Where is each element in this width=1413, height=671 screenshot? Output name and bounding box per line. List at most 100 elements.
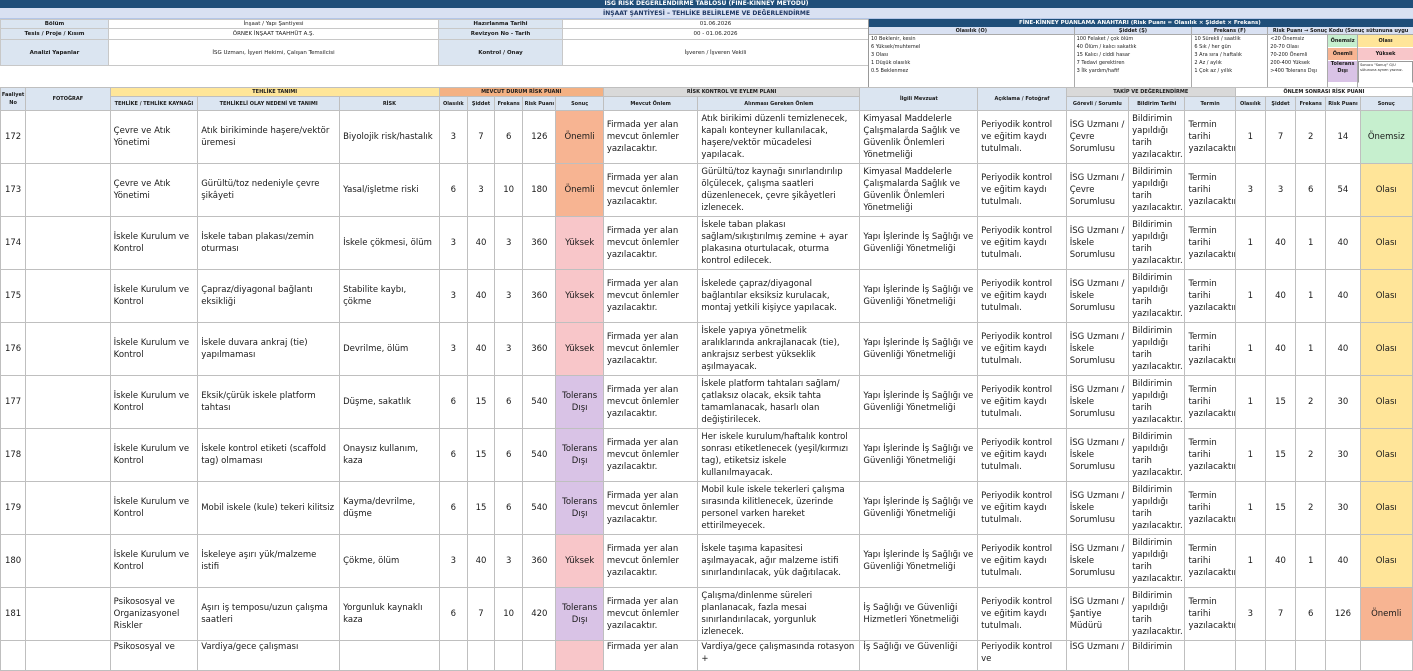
sonuc-2-cell[interactable]: Önemli [1359,587,1413,641]
bildirim-cell[interactable]: Bildirimin yapıldığı tarih yazılacaktır. [1128,534,1186,588]
risk-puani-2-cell[interactable]: 40 [1325,269,1361,323]
termin-cell[interactable]: Termin tarihi yazılacaktır. [1184,163,1236,217]
sonuc-cell[interactable]: Tolerans Dışı [555,375,604,429]
risk-puani-cell[interactable]: 360 [522,269,557,323]
risk-puani-2-cell[interactable] [1325,640,1361,671]
olay-cell[interactable]: Eksik/çürük iskele platform tahtası [197,375,341,429]
bolum-value[interactable]: İnşaat / Yapı Şantiyesi [108,19,439,29]
siddet-cell[interactable]: 15 [466,375,496,429]
alinmasi-cell[interactable]: İskele platform tahtaları sağlam/çatlaks… [697,375,861,429]
gorevli-cell[interactable]: İSG Uzmanı / İskele Sorumlusu [1065,428,1130,482]
bildirim-cell[interactable]: Bildirimin yapıldığı tarih yazılacaktır. [1128,587,1186,641]
col-siddet-2[interactable]: Şiddet [1264,96,1297,111]
kaynak-cell[interactable]: İskele Kurulum ve Kontrol [109,216,199,270]
analiz-value[interactable]: İSG Uzmanı, İşyeri Hekimi, Çalışan Temsi… [108,39,439,66]
bildirim-cell[interactable]: Bildirimin yapıldığı tarih yazılacaktır. [1128,163,1186,217]
mevcut-onlem-cell[interactable]: Firmada yer alan mevcut önlemler yazılac… [602,481,699,535]
kaynak-cell[interactable]: Psikososyal ve Organizasyonel Riskler [109,587,199,641]
aciklama-cell[interactable]: Periyodik kontrol ve [977,640,1067,671]
termin-cell[interactable]: Termin tarihi yazılacaktır. [1184,375,1236,429]
frekans-2-cell[interactable]: 2 [1295,428,1327,482]
mevzuat-cell[interactable]: İş Sağlığı ve Güvenliği Hizmetleri Yönet… [859,587,979,641]
olasilik-cell[interactable]: 3 [438,322,468,376]
tesis-value[interactable]: ÖRNEK İNŞAAT TAAHHÜT A.Ş. [108,28,439,40]
aciklama-cell[interactable]: Periyodik kontrol ve eğitim kaydı tutulm… [977,216,1067,270]
kaynak-cell[interactable]: İskele Kurulum ve Kontrol [109,375,199,429]
mevcut-onlem-cell[interactable]: Firmada yer alan [602,640,699,671]
mevzuat-cell[interactable]: Yapı İşlerinde İş Sağlığı ve Güvenliği Y… [859,322,979,376]
siddet-cell[interactable]: 40 [466,269,496,323]
hazirlanma-value[interactable]: 01.06.2026 [562,19,869,29]
gorevli-cell[interactable]: İSG Uzmanı / Şantiye Müdürü [1065,587,1130,641]
bildirim-cell[interactable]: Bildirimin yapıldığı tarih yazılacaktır. [1128,110,1186,164]
fotograf-cell[interactable] [25,640,111,671]
mevcut-onlem-cell[interactable]: Firmada yer alan mevcut önlemler yazılac… [602,269,699,323]
col-sonuc[interactable]: Sonuç [555,96,604,111]
col-bildirim[interactable]: Bildirim Tarihi [1128,96,1186,111]
frekans-2-cell[interactable]: 6 [1295,587,1327,641]
frekans-2-cell[interactable]: 2 [1295,110,1327,164]
col-mevcut-onlem[interactable]: Mevcut Önlem [602,96,699,111]
faaliyet-no-cell[interactable]: 176 [0,322,27,376]
bildirim-cell[interactable]: Bildirimin yapıldığı tarih yazılacaktır. [1128,216,1186,270]
sonuc-2-cell[interactable]: Olası [1359,322,1413,376]
risk-puani-2-cell[interactable]: 126 [1325,587,1361,641]
gorevli-cell[interactable]: İSG Uzmanı / İskele Sorumlusu [1065,481,1130,535]
risk-puani-cell[interactable]: 540 [522,428,557,482]
olasilik-cell[interactable]: 6 [438,428,468,482]
siddet-cell[interactable]: 40 [466,322,496,376]
sonuc-2-cell[interactable]: Olası [1359,375,1413,429]
siddet-cell[interactable]: 3 [466,163,496,217]
frekans-cell[interactable]: 3 [494,216,524,270]
frekans-2-cell[interactable]: 2 [1295,375,1327,429]
col-sonuc-2[interactable]: Sonuç [1359,96,1413,111]
risk-puani-cell[interactable] [522,640,557,671]
aciklama-cell[interactable]: Periyodik kontrol ve eğitim kaydı tutulm… [977,534,1067,588]
risk-cell[interactable]: Stabilite kaybı, çökme [339,269,440,323]
aciklama-cell[interactable]: Periyodik kontrol ve eğitim kaydı tutulm… [977,322,1067,376]
siddet-2-cell[interactable]: 15 [1264,428,1297,482]
faaliyet-no-cell[interactable]: 181 [0,587,27,641]
aciklama-cell[interactable]: Periyodik kontrol ve eğitim kaydı tutulm… [977,587,1067,641]
mevzuat-cell[interactable]: Yapı İşlerinde İş Sağlığı ve Güvenliği Y… [859,216,979,270]
mevzuat-cell[interactable]: Yapı İşlerinde İş Sağlığı ve Güvenliği Y… [859,269,979,323]
risk-cell[interactable]: Onaysız kullanım, kaza [339,428,440,482]
mevcut-onlem-cell[interactable]: Firmada yer alan mevcut önlemler yazılac… [602,110,699,164]
olasilik-2-cell[interactable]: 1 [1234,534,1266,588]
risk-cell[interactable] [339,640,440,671]
frekans-cell[interactable]: 10 [494,163,524,217]
col-termin[interactable]: Termin [1184,96,1236,111]
alinmasi-cell[interactable]: Çalışma/dinlenme süreleri planlanacak, f… [697,587,861,641]
col-aciklama[interactable]: Açıklama / Fotoğraf [977,87,1067,111]
risk-puani-2-cell[interactable]: 40 [1325,216,1361,270]
frekans-cell[interactable]: 6 [494,375,524,429]
frekans-2-cell[interactable] [1295,640,1327,671]
frekans-2-cell[interactable]: 1 [1295,534,1327,588]
frekans-2-cell[interactable]: 6 [1295,163,1327,217]
risk-cell[interactable]: Devrilme, ölüm [339,322,440,376]
kaynak-cell[interactable]: Psikososyal ve [109,640,199,671]
risk-puani-2-cell[interactable]: 14 [1325,110,1361,164]
frekans-2-cell[interactable]: 1 [1295,322,1327,376]
olasilik-cell[interactable]: 6 [438,375,468,429]
col-frekans[interactable]: Frekans [494,96,524,111]
col-siddet[interactable]: Şiddet [466,96,496,111]
risk-puani-2-cell[interactable]: 40 [1325,322,1361,376]
olasilik-2-cell[interactable]: 1 [1234,322,1266,376]
siddet-2-cell[interactable]: 7 [1264,587,1297,641]
alinmasi-cell[interactable]: Her iskele kurulum/haftalık kontrol sonr… [697,428,861,482]
olay-cell[interactable]: İskeleye aşırı yük/malzeme istifi [197,534,341,588]
sonuc-cell[interactable]: Yüksek [555,534,604,588]
col-frekans-2[interactable]: Frekans [1295,96,1327,111]
olasilik-cell[interactable]: 6 [438,587,468,641]
aciklama-cell[interactable]: Periyodik kontrol ve eğitim kaydı tutulm… [977,375,1067,429]
olay-cell[interactable]: Gürültü/toz nedeniyle çevre şikâyeti [197,163,341,217]
alinmasi-cell[interactable]: İskele taban plakası sağlam/sıkıştırılmı… [697,216,861,270]
alinmasi-cell[interactable]: Mobil kule iskele tekerleri çalışma sıra… [697,481,861,535]
frekans-cell[interactable]: 3 [494,269,524,323]
mevzuat-cell[interactable]: Yapı İşlerinde İş Sağlığı ve Güvenliği Y… [859,481,979,535]
risk-puani-cell[interactable]: 180 [522,163,557,217]
termin-cell[interactable]: Termin tarihi yazılacaktır. [1184,110,1236,164]
sonuc-cell[interactable]: Tolerans Dışı [555,481,604,535]
olasilik-cell[interactable]: 6 [438,163,468,217]
